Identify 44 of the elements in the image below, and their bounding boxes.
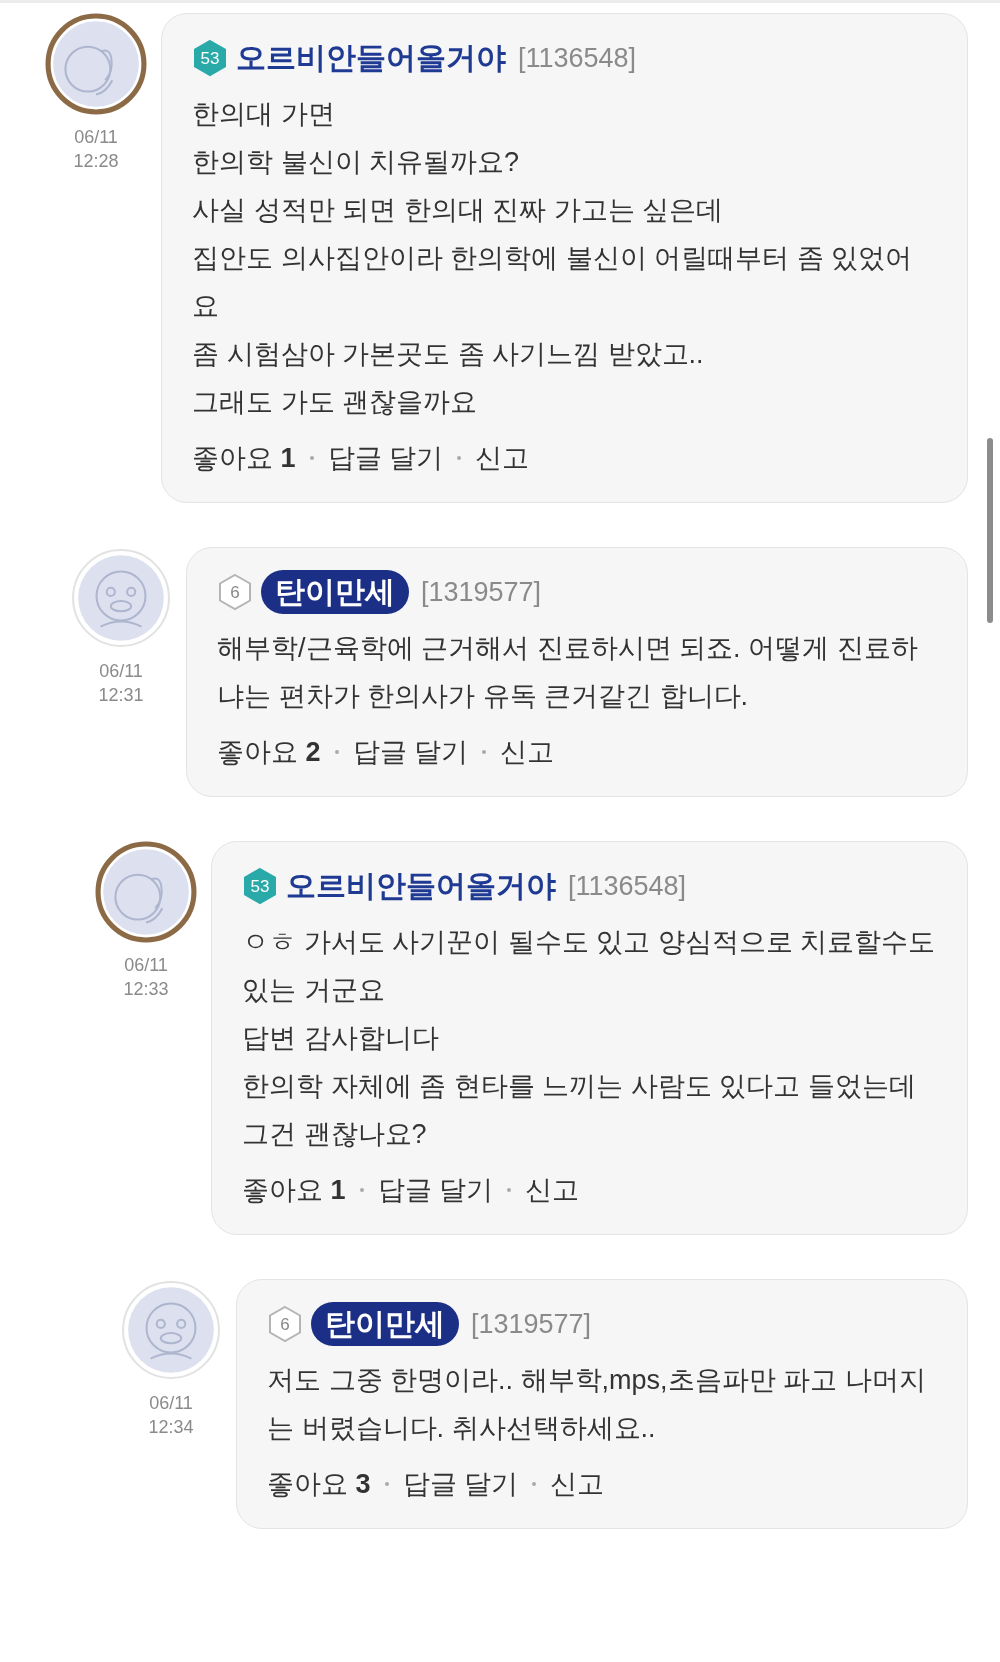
username[interactable]: 오르비안들어올거야	[236, 36, 506, 80]
report-link[interactable]: 신고	[525, 1170, 580, 1210]
comment-text: ㅇㅎ 가서도 사기꾼이 될수도 있고 양심적으로 치료할수도 있는 거군요	[242, 926, 936, 1007]
comment-timestamp: 06/11 12:28	[73, 126, 119, 173]
level-badge: 6	[217, 573, 253, 611]
comment-text: 한의대 가면	[192, 98, 336, 131]
reply-link[interactable]: 답글 달기	[352, 732, 469, 772]
report-link[interactable]: 신고	[500, 732, 555, 772]
reply-link[interactable]: 답글 달기	[377, 1170, 494, 1210]
avatar-icon[interactable]	[95, 841, 197, 943]
comment-text: 한의학 자체에 좀 현타를 느끼는 사람도 있다고 들었는데 그건 괜찮나요?	[242, 1070, 917, 1151]
comment-text: 해부학/근육학에 근거해서 진료하시면 되죠. 어떻게 진료하냐는 편차가 한의사가 유독 큰거같긴 합니다.	[217, 632, 919, 713]
comment-text: 사실 성적만 되면 한의대 진짜 가고는 싶은데	[192, 194, 724, 227]
report-link[interactable]: 신고	[550, 1464, 605, 1504]
comment-text: 한의학 불신이 치유될까요?	[192, 146, 521, 179]
user-id: [1319577]	[471, 1308, 592, 1340]
scrollbar[interactable]	[987, 438, 993, 623]
like-button[interactable]: 좋아요 3	[267, 1464, 371, 1504]
report-link[interactable]: 신고	[475, 438, 530, 478]
comment-timestamp: 06/11 12:33	[123, 954, 169, 1001]
user-id: [1136548]	[568, 870, 687, 902]
reply-link[interactable]: 답글 달기	[402, 1464, 519, 1504]
like-button[interactable]: 좋아요 1	[242, 1170, 346, 1210]
comment-timestamp: 06/11 12:34	[148, 1392, 194, 1439]
comment-text: 저도 그중 한명이라.. 해부학,mps,초음파만 파고 나머지는 버렸습니다. 취사선택하세요..	[267, 1364, 927, 1445]
avatar-icon[interactable]	[120, 1279, 222, 1381]
reply-link[interactable]: 답글 달기	[327, 438, 444, 478]
avatar-icon[interactable]	[45, 13, 147, 115]
comment-text: 좀 시험삼아 가본곳도 좀 사기느낌 받았고..	[192, 338, 705, 371]
user-id: [1136548]	[518, 42, 637, 74]
avatar-icon[interactable]	[70, 547, 172, 649]
level-badge: 53	[242, 867, 278, 905]
comment-text: 그래도 가도 괜찮을까요	[192, 386, 478, 419]
username[interactable]: 오르비안들어올거야	[286, 864, 556, 908]
comment-text: 집안도 의사집안이라 한의학에 불신이 어릴때부터 좀 있었어요	[192, 242, 913, 323]
level-badge: 6	[267, 1305, 303, 1343]
username[interactable]: 탄이만세	[311, 1302, 459, 1346]
username[interactable]: 탄이만세	[261, 570, 409, 614]
comment-text: 답변 감사합니다	[242, 1022, 440, 1055]
like-button[interactable]: 좋아요 1	[192, 438, 296, 478]
like-button[interactable]: 좋아요 2	[217, 732, 321, 772]
user-id: [1319577]	[421, 576, 542, 608]
comment-timestamp: 06/11 12:31	[98, 660, 144, 707]
level-badge: 53	[192, 39, 228, 77]
